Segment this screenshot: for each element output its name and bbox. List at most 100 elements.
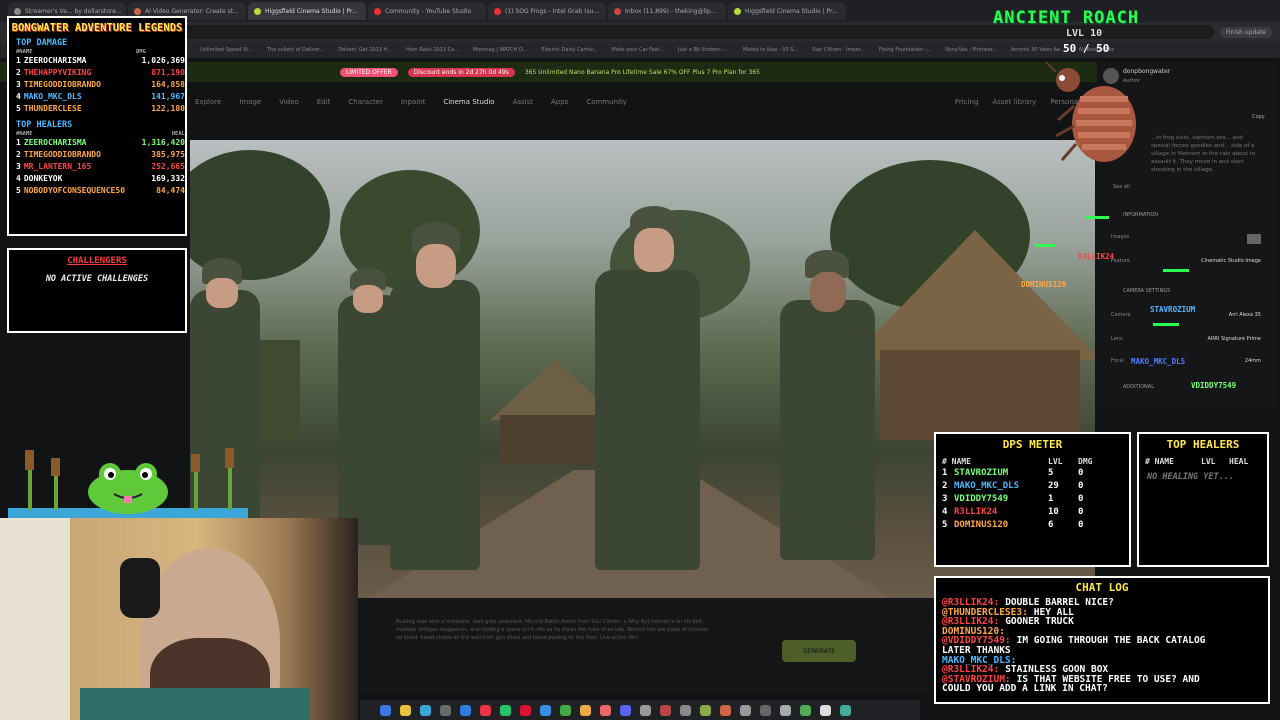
player-value: 84,474	[156, 186, 185, 195]
player-value: 871,190	[151, 68, 185, 77]
taskbar-app-icon[interactable]	[780, 704, 791, 716]
info-row: Images	[1111, 234, 1261, 244]
player-name: NOBODYOFCONSEQUENCE50	[23, 186, 126, 195]
dps-header: # NAME LVL DMG	[942, 457, 1129, 466]
taskbar-app-icon[interactable]	[440, 704, 451, 716]
boss-level: LVL 10	[1066, 28, 1103, 39]
top-healers-list: 1 ZEEROCHARISMA 1,316,420 2 TIMEGODDIOBRANDO…	[9, 137, 185, 197]
player-name: TIMEGODDIOBRANDO	[23, 80, 101, 89]
taskbar-app-icon[interactable]	[420, 704, 431, 716]
chat-user: MAKO_MKC_DLS:	[942, 655, 1017, 666]
taskbar-app-icon[interactable]	[580, 704, 591, 716]
nav-item-image[interactable]: Image	[239, 98, 261, 106]
taskbar-app-icon[interactable]	[460, 704, 471, 716]
taskbar-app-icon[interactable]	[500, 704, 511, 716]
additional-heading[interactable]: ADDITIONAL	[1123, 384, 1154, 390]
bookmark-item[interactable]: Unlimited Speed St...	[200, 47, 253, 53]
copy-button[interactable]: Copy	[1252, 114, 1265, 120]
nav-item-edit[interactable]: Edit	[317, 98, 331, 106]
taskbar-app-icon[interactable]	[840, 704, 851, 716]
taskbar-app-icon[interactable]	[720, 704, 731, 716]
taskbar-app-icon[interactable]	[400, 704, 411, 716]
bookmark-item[interactable]: Acronis 30 Yates Ae...	[1011, 47, 1065, 53]
bookmark-item[interactable]: Electric Daisy Carniv...	[541, 47, 597, 53]
tab-label: AI Video Generator: Create st...	[145, 7, 239, 15]
taskbar-app-icon[interactable]	[540, 704, 551, 716]
nav-item-explore[interactable]: Explore	[195, 98, 221, 106]
taskbar-app-icon[interactable]	[480, 704, 491, 716]
sprite-vdiddy7549: VDIDDY7549	[1191, 381, 1237, 390]
see-all-link[interactable]: See all	[1113, 184, 1130, 190]
bookmark-item[interactable]: Mated to Ikap - 03 S...	[743, 47, 798, 53]
rank: 3	[16, 80, 21, 89]
camera-settings-heading: CAMERA SETTINGS	[1123, 288, 1171, 294]
browser-tab[interactable]: Higgsfield Cinema Studio | Pr...	[728, 2, 846, 20]
chat-line: @THUNDERCLESE3: HEY ALL	[942, 608, 1268, 618]
bookmark-item[interactable]: Ham Raini 2013 Co...	[406, 47, 459, 53]
taskbar-app-icon[interactable]	[600, 704, 611, 716]
camera-key: Lens	[1111, 336, 1123, 342]
soldier	[390, 280, 480, 570]
bookmark-item[interactable]: Deltarr: Get 2013 H...	[338, 47, 392, 53]
bookmark-item[interactable]: Fixing Foundation -...	[879, 47, 931, 53]
nav-item-character[interactable]: Character	[348, 98, 383, 106]
camera-key: Camera	[1111, 312, 1131, 318]
leaderboard-row: 2 TIMEGODDIOBRANDO 385,975	[16, 149, 185, 161]
taskbar-app-icon[interactable]	[380, 704, 391, 716]
player-level: 5	[1048, 468, 1054, 478]
nav-item-video[interactable]: Video	[279, 98, 299, 106]
nav-item-cinema-studio[interactable]: Cinema Studio	[443, 98, 494, 106]
sprite-health-bar	[1153, 323, 1179, 326]
generate-button[interactable]: GENERATE	[782, 640, 856, 662]
nav-item-apps[interactable]: Apps	[551, 98, 568, 106]
taskbar-app-icon[interactable]	[560, 704, 571, 716]
tab-label: Higgsfield Cinema Studio | Pr...	[265, 7, 358, 15]
taskbar-app-icon[interactable]	[800, 704, 811, 716]
tab-favicon-icon	[14, 7, 21, 15]
taskbar-app-icon[interactable]	[760, 704, 771, 716]
nav-item-community[interactable]: Community	[586, 98, 627, 106]
player-name: ZEEROCHARISMA	[23, 56, 87, 65]
limited-offer-badge: LIMITED OFFER	[340, 67, 398, 77]
nav-item-asset-library[interactable]: Asset library	[992, 98, 1036, 106]
player-value: 122,180	[151, 104, 185, 113]
tab-favicon-icon	[734, 7, 741, 15]
nav-item-inpaint[interactable]: Inpaint	[401, 98, 425, 106]
nav-item-assist[interactable]: Assist	[513, 98, 533, 106]
bookmark-item[interactable]: Moonrag | WATCH O...	[473, 47, 528, 53]
browser-tab[interactable]: Inbox (11,899) - theking@lip...	[608, 2, 726, 20]
bookmark-item[interactable]: Just a Bit Embers -...	[678, 47, 729, 53]
prompt-text[interactable]: Bulldog man with a moriache, dark grey u…	[396, 618, 716, 642]
nav-item-pricing[interactable]: Pricing	[955, 98, 979, 106]
player-name: MAKO_MKC_DLS	[23, 92, 82, 101]
camera-value: 24mm	[1244, 358, 1261, 364]
bookmark-item[interactable]: Make your Car Fast...	[611, 47, 664, 53]
browser-tab[interactable]: Higgsfield Cinema Studio | Pr...	[248, 2, 366, 20]
taskbar-app-icon[interactable]	[660, 704, 671, 716]
taskbar-app-icon[interactable]	[700, 704, 711, 716]
taskbar-app-icon[interactable]	[740, 704, 751, 716]
camera-row: Lens ARRI Signature Prime	[1111, 336, 1261, 342]
leaderboard-row: 4 MAKO_MKC_DLS 141,967	[16, 91, 185, 103]
bookmark-item[interactable]: The collect of Deliver...	[267, 47, 324, 53]
browser-tab[interactable]: (1) SOG Frogs - Intel Grab (su...	[488, 2, 606, 20]
taskbar-app-icon[interactable]	[620, 704, 631, 716]
camera-value: ARRI Signature Prime	[1207, 336, 1261, 342]
leaderboard-row: 1 ZEEROCHARISMA 1,026,369	[16, 55, 185, 67]
browser-tab[interactable]: Community - YouTube Studio	[368, 2, 486, 20]
chat-line: @R3LLIK24: DOUBLE BARREL NICE?	[942, 598, 1268, 608]
soldier-face	[416, 244, 456, 288]
bookmark-item[interactable]: Nyra/Vex - Firmwar...	[945, 47, 997, 53]
taskbar-app-icon[interactable]	[680, 704, 691, 716]
soldier	[780, 300, 875, 560]
taskbar-app-icon[interactable]	[640, 704, 651, 716]
bookmark-item[interactable]: Star Citizen - Impor...	[812, 47, 865, 53]
taskbar-app-icon[interactable]	[520, 704, 531, 716]
player-value: 252,665	[151, 162, 185, 171]
rank: 4	[16, 174, 21, 183]
name-column: # NAME	[942, 457, 971, 466]
taskbar-app-icon[interactable]	[820, 704, 831, 716]
tab-label: (1) SOG Frogs - Intel Grab (su...	[505, 7, 600, 15]
player-name: MAKO_MKC_DLS	[954, 481, 1020, 491]
finish-update-button[interactable]: Finish update	[1219, 26, 1272, 38]
